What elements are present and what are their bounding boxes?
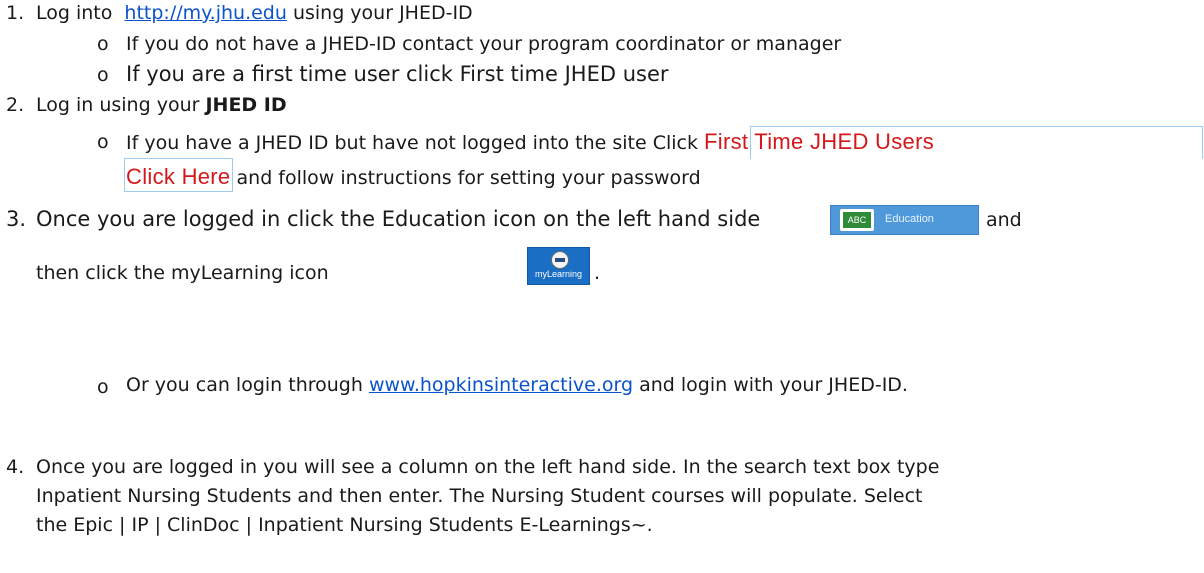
item-2-line: Log in using your JHED ID bbox=[36, 94, 287, 116]
item-1-bullet-2: If you are a first time user click First… bbox=[126, 62, 669, 86]
abc-board-icon: ABC bbox=[840, 209, 874, 231]
item-3-line-2-end: . bbox=[594, 262, 601, 284]
jhed-id-bold: JHED ID bbox=[205, 94, 287, 116]
item-2-bullet-after: and follow instructions for setting your… bbox=[230, 167, 701, 189]
mylearning-icon-label: myLearning bbox=[534, 269, 583, 279]
item-4-line-1: Once you are logged in you will see a co… bbox=[36, 456, 940, 478]
education-icon[interactable]: ABC Education bbox=[830, 205, 979, 235]
item-3-bullet-marker: o bbox=[97, 376, 109, 398]
hopkins-interactive-link[interactable]: www.hopkinsinteractive.org bbox=[369, 374, 633, 396]
item-1-bullet-2-marker: o bbox=[97, 64, 109, 86]
item-3-line-1: Once you are logged in click the Educati… bbox=[36, 207, 761, 231]
item-2-number: 2. bbox=[6, 94, 25, 116]
item-1-prefix: Log into bbox=[36, 2, 113, 24]
item-1-bullet-1-marker: o bbox=[97, 33, 109, 55]
abc-glyph: ABC bbox=[843, 212, 871, 228]
item-4-line-3: the Epic | IP | ClinDoc | Inpatient Nurs… bbox=[36, 514, 653, 536]
first-time-box-top bbox=[750, 126, 1203, 159]
my-jhu-link[interactable]: http://my.jhu.edu bbox=[124, 2, 286, 24]
education-icon-label: Education bbox=[885, 213, 934, 225]
item-3-line-2: then click the myLearning icon bbox=[36, 262, 329, 284]
item-4-line-2: Inpatient Nursing Students and then ente… bbox=[36, 485, 923, 507]
item-1-suffix: using your JHED-ID bbox=[286, 2, 473, 24]
item-1-number: 1. bbox=[6, 2, 25, 24]
globe-icon bbox=[551, 251, 569, 269]
item-1-bullet-1: If you do not have a JHED-ID contact you… bbox=[126, 33, 842, 55]
item-2-bullet-marker: o bbox=[97, 131, 109, 153]
item-1-line: Log into http://my.jhu.edu using your JH… bbox=[36, 2, 473, 24]
item-3-bullet-before: Or you can login through bbox=[126, 374, 369, 396]
item-2-bullet-before: If you have a JHED ID but have not logge… bbox=[126, 132, 705, 154]
item-3-bullet-after: and login with your JHED-ID. bbox=[633, 374, 908, 396]
item-2-prefix: Log in using your bbox=[36, 94, 206, 116]
item-4-number: 4. bbox=[6, 456, 25, 478]
item-3-number: 3. bbox=[6, 207, 27, 231]
item-3-bullet: Or you can login through www.hopkinsinte… bbox=[126, 374, 908, 396]
mylearning-icon[interactable]: myLearning bbox=[527, 247, 590, 285]
click-here-box bbox=[124, 158, 233, 192]
item-3-line-1-end: and bbox=[986, 209, 1022, 231]
